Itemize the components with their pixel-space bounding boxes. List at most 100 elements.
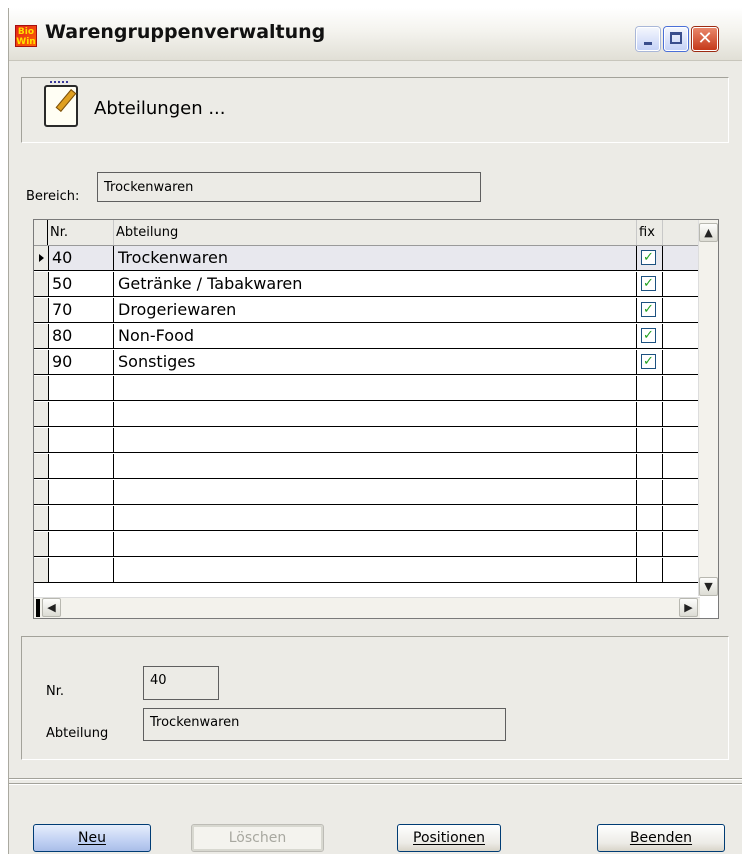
- detail-abteilung-label: Abteilung: [46, 726, 109, 741]
- cell-fix[interactable]: [637, 506, 663, 530]
- cell-nr[interactable]: [48, 428, 114, 452]
- beenden-button[interactable]: Beenden: [597, 824, 725, 852]
- table-row[interactable]: [34, 558, 700, 583]
- row-selector[interactable]: [34, 376, 49, 400]
- row-selector[interactable]: [34, 402, 49, 426]
- grid-header: Nr. Abteilung fix: [34, 220, 700, 246]
- fix-checkbox[interactable]: ✓: [641, 250, 656, 265]
- row-selector[interactable]: [34, 324, 49, 348]
- table-row[interactable]: [34, 376, 700, 401]
- cell-abteilung[interactable]: Drogeriewaren: [114, 298, 637, 322]
- cell-fix[interactable]: ✓: [637, 350, 663, 374]
- table-row[interactable]: [34, 506, 700, 531]
- detail-nr-field[interactable]: 40: [143, 666, 219, 700]
- row-selector[interactable]: [34, 532, 49, 556]
- cell-abteilung[interactable]: Trockenwaren: [114, 246, 637, 270]
- table-row[interactable]: [34, 480, 700, 505]
- table-row[interactable]: [34, 402, 700, 427]
- vertical-scrollbar[interactable]: ▲ ▼: [698, 220, 718, 596]
- row-selector[interactable]: [34, 272, 49, 296]
- table-row[interactable]: 40 Trockenwaren ✓: [34, 246, 700, 271]
- cell-fix[interactable]: [637, 402, 663, 426]
- cell-abteilung[interactable]: [114, 428, 637, 452]
- bereich-field[interactable]: Trockenwaren: [97, 172, 481, 202]
- cell-blank: [663, 454, 700, 478]
- cell-abteilung[interactable]: [114, 532, 637, 556]
- cell-abteilung[interactable]: [114, 454, 637, 478]
- cell-nr[interactable]: [48, 558, 114, 582]
- cell-abteilung[interactable]: Getränke / Tabakwaren: [114, 272, 637, 296]
- cell-nr[interactable]: 50: [48, 272, 114, 296]
- positionen-button[interactable]: Positionen: [397, 824, 501, 852]
- cell-abteilung[interactable]: [114, 506, 637, 530]
- cell-fix[interactable]: [637, 480, 663, 504]
- bereich-label: Bereich:: [26, 189, 80, 204]
- row-selector[interactable]: [34, 558, 49, 582]
- table-row[interactable]: [34, 428, 700, 453]
- cell-fix[interactable]: ✓: [637, 272, 663, 296]
- column-header-fix[interactable]: fix: [637, 220, 663, 245]
- loeschen-button[interactable]: Löschen: [191, 824, 324, 852]
- detail-abteilung-field[interactable]: Trockenwaren: [143, 708, 506, 741]
- cell-abteilung[interactable]: [114, 558, 637, 582]
- cell-nr[interactable]: [48, 532, 114, 556]
- cell-nr[interactable]: 70: [48, 298, 114, 322]
- cell-nr[interactable]: [48, 454, 114, 478]
- row-selector[interactable]: [34, 428, 49, 452]
- fix-checkbox[interactable]: ✓: [641, 354, 656, 369]
- scroll-left-button[interactable]: ◀: [42, 598, 61, 617]
- minimize-button[interactable]: [636, 27, 660, 51]
- table-row[interactable]: 70 Drogeriewaren ✓: [34, 298, 700, 323]
- cell-fix[interactable]: ✓: [637, 298, 663, 322]
- table-row[interactable]: 50 Getränke / Tabakwaren ✓: [34, 272, 700, 297]
- cell-nr[interactable]: [48, 376, 114, 400]
- table-row[interactable]: 80 Non-Food ✓: [34, 324, 700, 349]
- app-logo-icon[interactable]: Bio Win: [15, 25, 37, 47]
- maximize-button[interactable]: [664, 27, 688, 51]
- cell-abteilung[interactable]: [114, 376, 637, 400]
- horizontal-scrollbar[interactable]: ◀ ▶: [34, 597, 700, 618]
- row-selector[interactable]: [34, 246, 49, 270]
- neu-button[interactable]: Neu: [33, 824, 151, 852]
- cell-nr[interactable]: [48, 506, 114, 530]
- row-selector[interactable]: [34, 480, 49, 504]
- table-row[interactable]: 90 Sonstiges ✓: [34, 350, 700, 375]
- cell-abteilung[interactable]: [114, 402, 637, 426]
- cell-fix[interactable]: [637, 428, 663, 452]
- abteilungen-grid[interactable]: Nr. Abteilung fix 40 Trockenwaren ✓ 50 Geträ…: [33, 219, 719, 619]
- cell-nr[interactable]: [48, 402, 114, 426]
- cell-fix[interactable]: ✓: [637, 246, 663, 270]
- cell-blank: [663, 246, 700, 270]
- close-button[interactable]: ✕: [692, 27, 718, 51]
- fix-checkbox[interactable]: ✓: [641, 328, 656, 343]
- detail-panel: Nr. 40 Abteilung Trockenwaren: [21, 636, 729, 760]
- row-selector[interactable]: [34, 298, 49, 322]
- cell-fix[interactable]: [637, 558, 663, 582]
- cell-fix[interactable]: ✓: [637, 324, 663, 348]
- title-bar[interactable]: Bio Win Warengruppenverwaltung ✕: [9, 8, 742, 61]
- row-selector[interactable]: [34, 506, 49, 530]
- cell-fix[interactable]: [637, 454, 663, 478]
- scroll-down-button[interactable]: ▼: [699, 577, 718, 596]
- cell-fix[interactable]: [637, 376, 663, 400]
- column-header-abteilung[interactable]: Abteilung: [114, 220, 637, 245]
- scroll-up-button[interactable]: ▲: [699, 223, 718, 242]
- cell-blank: [663, 272, 700, 296]
- cell-nr[interactable]: [48, 480, 114, 504]
- cell-nr[interactable]: 90: [48, 350, 114, 374]
- fix-checkbox[interactable]: ✓: [641, 276, 656, 291]
- cell-abteilung[interactable]: Non-Food: [114, 324, 637, 348]
- table-row[interactable]: [34, 532, 700, 557]
- cell-abteilung[interactable]: Sonstiges: [114, 350, 637, 374]
- scroll-right-button[interactable]: ▶: [679, 598, 698, 617]
- current-row-arrow-icon: [39, 254, 44, 262]
- column-header-nr[interactable]: Nr.: [48, 220, 114, 245]
- cell-abteilung[interactable]: [114, 480, 637, 504]
- table-row[interactable]: [34, 454, 700, 479]
- cell-fix[interactable]: [637, 532, 663, 556]
- row-selector[interactable]: [34, 454, 49, 478]
- row-selector[interactable]: [34, 350, 49, 374]
- fix-checkbox[interactable]: ✓: [641, 302, 656, 317]
- cell-nr[interactable]: 40: [48, 246, 114, 270]
- cell-nr[interactable]: 80: [48, 324, 114, 348]
